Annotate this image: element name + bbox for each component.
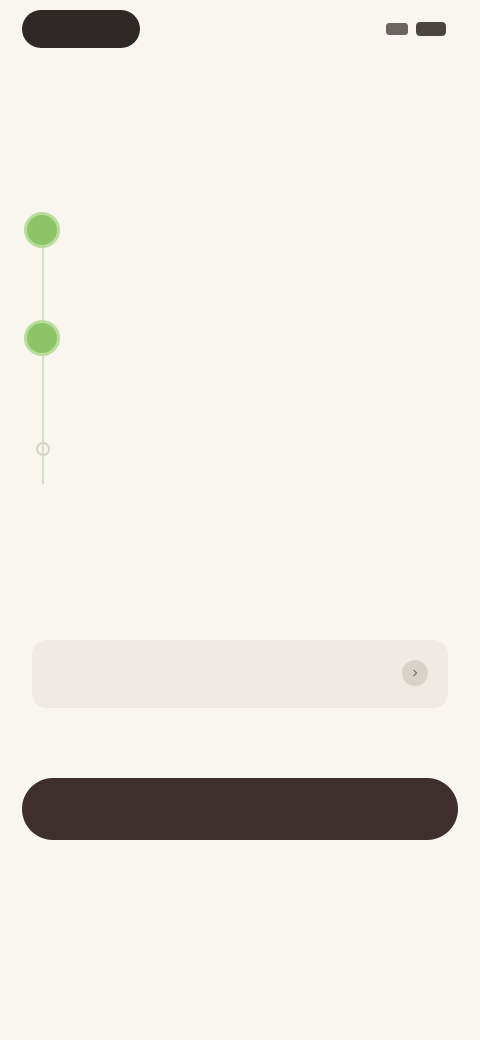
primary-cta-button[interactable] bbox=[22, 778, 458, 840]
battery-icon bbox=[416, 22, 446, 36]
chevron-icon: › bbox=[402, 660, 428, 686]
plan-selector[interactable]: › bbox=[32, 640, 448, 708]
time-pill bbox=[22, 10, 140, 48]
timeline bbox=[0, 200, 480, 540]
check-icon bbox=[24, 212, 60, 248]
signal-icon bbox=[386, 23, 408, 35]
check-icon bbox=[24, 320, 60, 356]
pending-dot-icon bbox=[36, 442, 50, 456]
status-bar bbox=[0, 0, 480, 64]
status-icons bbox=[386, 22, 446, 36]
